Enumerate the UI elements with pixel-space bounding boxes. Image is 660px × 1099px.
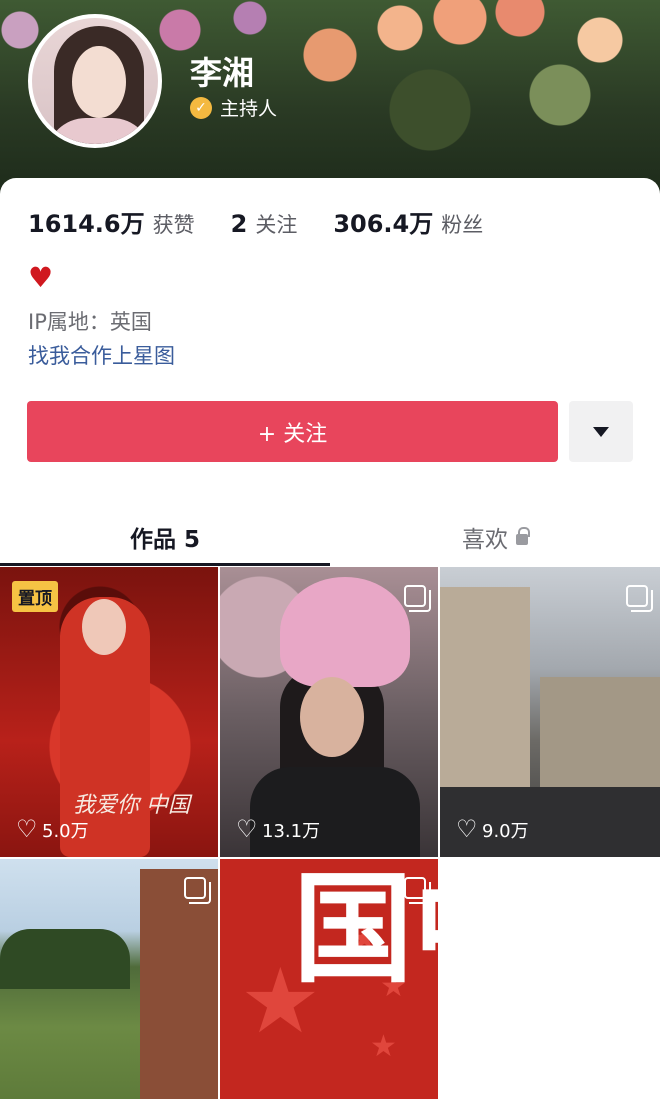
stat-followers[interactable]: 306.4万 粉丝 — [333, 204, 483, 239]
video-likes-count: 9.0万 — [482, 821, 529, 842]
stat-followers-label: 粉丝 — [441, 213, 484, 237]
heart-outline-icon — [456, 815, 478, 843]
video-likes: 13.1万 — [236, 815, 321, 843]
profile-name: 李湘 — [190, 54, 255, 92]
video-thumb-1[interactable]: 我爱你 中国 置顶 5.0万 — [0, 567, 218, 857]
tab-likes[interactable]: 喜欢 — [330, 508, 660, 566]
avatar-face — [72, 46, 126, 118]
video-thumb-2[interactable]: 13.1万 — [220, 567, 438, 857]
star-map-link[interactable]: 找我合作上星图 — [28, 340, 175, 370]
stat-likes-label: 获赞 — [152, 213, 195, 237]
follow-button[interactable]: + 关注 — [27, 401, 558, 462]
avatar[interactable] — [28, 14, 162, 148]
thumb-building — [540, 677, 660, 797]
verified-row: ✓ 主持人 — [190, 94, 277, 121]
video-likes: 9.0万 — [456, 815, 529, 843]
bio-heart-emoji: ♥ — [28, 261, 54, 294]
multi-image-icon — [184, 877, 211, 904]
video-likes-count: 5.0万 — [42, 821, 89, 842]
thumb-head — [82, 599, 126, 655]
stats-row: 1614.6万 获赞 2 关注 306.4万 粉丝 — [28, 204, 519, 239]
stat-following-label: 关注 — [255, 213, 298, 237]
video-grid: 我爱你 中国 置顶 5.0万 13.1万 9.0万 ★ ★ — [0, 567, 660, 1099]
stat-likes-value: 1614.6万 — [28, 210, 145, 238]
verified-label: 主持人 — [220, 98, 278, 120]
thumb-body — [250, 767, 420, 857]
thumb-hat — [280, 577, 410, 687]
video-thumb-4[interactable] — [0, 859, 218, 1099]
thumb-face — [300, 677, 364, 757]
video-thumb-5[interactable]: ★ ★ ★ ★ 中国 — [220, 859, 438, 1099]
pinned-badge: 置顶 — [12, 581, 58, 612]
video-thumb-3[interactable]: 9.0万 — [440, 567, 660, 857]
tab-active-indicator — [0, 563, 330, 566]
tab-works-label: 作品 5 — [129, 527, 200, 553]
profile-tabs: 作品 5 喜欢 — [0, 508, 660, 566]
stat-followers-value: 306.4万 — [333, 210, 434, 238]
verified-check-icon: ✓ — [190, 96, 212, 119]
heart-outline-icon — [236, 815, 258, 843]
more-options-button[interactable] — [569, 401, 633, 462]
lock-icon — [516, 526, 530, 545]
stat-likes[interactable]: 1614.6万 获赞 — [28, 204, 195, 239]
multi-image-icon — [404, 585, 431, 612]
multi-image-icon — [626, 585, 653, 612]
tab-works[interactable]: 作品 5 — [0, 508, 330, 566]
heart-outline-icon — [16, 815, 38, 843]
triangle-down-icon — [593, 426, 609, 437]
multi-image-icon — [404, 877, 431, 904]
tab-likes-label: 喜欢 — [462, 527, 508, 553]
stat-following-value: 2 — [230, 210, 248, 238]
thumb-caption: 我爱你 中国 — [73, 793, 190, 818]
stat-following[interactable]: 2 关注 — [231, 209, 298, 239]
thumb-trees — [0, 929, 130, 989]
video-likes: 5.0万 — [16, 815, 89, 843]
ip-location: IP属地：英国 — [28, 310, 152, 334]
thumb-building — [440, 587, 530, 797]
video-likes-count: 13.1万 — [262, 821, 321, 842]
